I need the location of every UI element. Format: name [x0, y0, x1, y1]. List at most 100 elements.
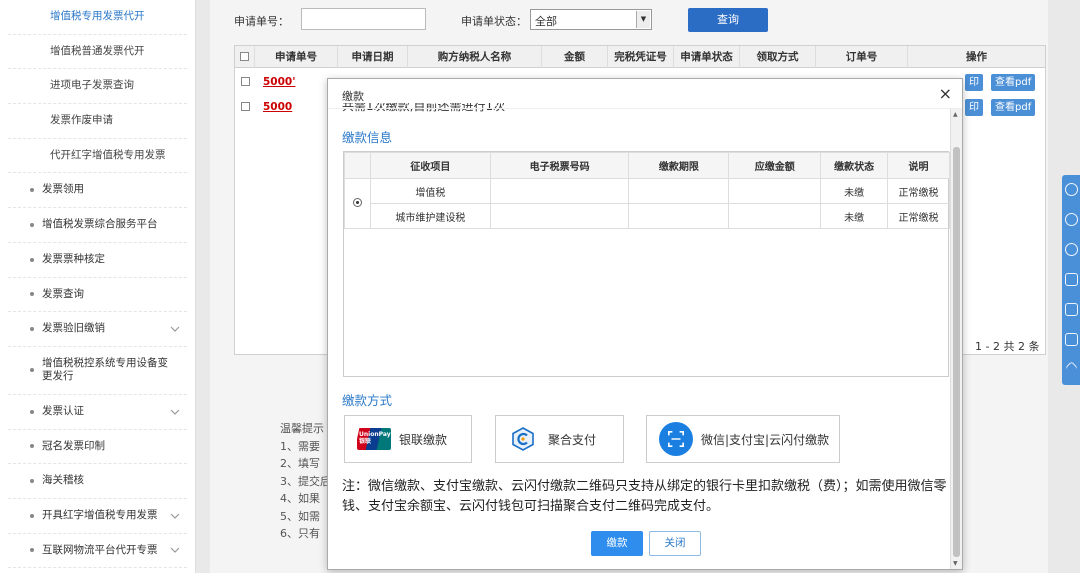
sidebar-item-vat-special-invoice[interactable]: 增值税专用发票代开	[8, 0, 187, 35]
modal-header: 缴款 ×	[328, 79, 962, 109]
tips-line: 2、填写	[280, 457, 320, 470]
bullet-icon	[30, 444, 34, 449]
dropdown-arrow-icon: ▼	[636, 11, 650, 28]
sidebar-item-label: 冠名发票印制	[42, 439, 105, 452]
tax-ticket-cell	[489, 178, 630, 204]
chevron-down-icon	[169, 544, 181, 556]
table-row: 城市维护建设税 未缴 正常缴税	[345, 203, 950, 229]
sidebar-item-input-einvoice-query[interactable]: 进项电子发票查询	[8, 69, 187, 105]
sidebar-item-vat-normal-invoice[interactable]: 增值税普通发票代开	[8, 35, 187, 70]
service-icon[interactable]	[1065, 183, 1078, 196]
view-pdf-button[interactable]: 查看pdf	[991, 99, 1036, 116]
view-pdf-button[interactable]: 查看pdf	[991, 74, 1036, 91]
col-note: 说明	[887, 152, 950, 179]
row-checkbox[interactable]	[241, 102, 250, 111]
chevron-down-icon	[169, 323, 181, 335]
bullet-icon	[30, 368, 34, 373]
table-header: 征收项目 电子税票号码 缴款期限 应缴金额 缴款状态 说明	[344, 152, 950, 179]
scan-qr-icon	[659, 422, 693, 456]
sidebar-item-invoice-certify[interactable]: 发票认证	[8, 395, 187, 430]
payment-table: 征收项目 电子税票号码 缴款期限 应缴金额 缴款状态 说明 增值税 未缴 正常缴…	[343, 151, 950, 377]
row-checkbox[interactable]	[241, 77, 250, 86]
sidebar-item-vat-service-platform[interactable]: 增值税发票综合服务平台	[8, 208, 187, 243]
download-icon[interactable]	[1065, 303, 1078, 316]
status-select-value: 全部	[535, 15, 557, 28]
sidebar-item-invoice-receive[interactable]: 发票领用	[8, 173, 187, 209]
col-tax-ticket-no: 电子税票号码	[489, 152, 630, 179]
apply-no-link[interactable]: 5000	[263, 101, 292, 113]
unionpay-option[interactable]: UnionPay 银联 银联缴款	[344, 415, 472, 463]
scrollbar-thumb[interactable]	[953, 147, 960, 557]
bullet-icon	[30, 409, 34, 414]
sidebar-item-label: 发票作废申请	[50, 114, 113, 127]
sidebar-item-label: 进项电子发票查询	[50, 79, 134, 92]
tips-line: 5、如需	[280, 509, 320, 523]
amount-cell	[728, 178, 822, 204]
chat-icon[interactable]	[1065, 213, 1078, 226]
checkbox[interactable]	[240, 52, 249, 61]
print-button[interactable]: 印	[965, 74, 983, 91]
tips-line: 6、只有	[280, 527, 320, 540]
sidebar-item-tax-device-change[interactable]: 增值税税控系统专用设备变更发行	[8, 347, 187, 395]
sidebar-item-label: 增值税专用发票代开	[50, 10, 145, 23]
col-apply-no: 申请单号	[255, 46, 338, 68]
close-button[interactable]: 关闭	[649, 531, 701, 556]
sidebar-item-named-invoice-print[interactable]: 冠名发票印制	[8, 430, 187, 465]
sidebar-item-label: 发票票种核定	[42, 252, 105, 265]
col-apply-date: 申请日期	[338, 46, 408, 68]
sidebar-item-red-vat-invoice[interactable]: 代开红字增值税专用发票	[8, 139, 187, 174]
item-cell: 增值税	[369, 178, 491, 204]
sidebar-item-label: 代开红字增值税专用发票	[50, 148, 166, 161]
sidebar-item-invoice-type-approval[interactable]: 发票票种核定	[8, 243, 187, 278]
bullet-icon	[30, 513, 34, 518]
apply-no-link[interactable]: 5000'	[263, 76, 295, 88]
note-cell: 正常缴税	[887, 178, 950, 204]
sidebar-item-label: 发票认证	[42, 404, 84, 417]
sidebar-item-label: 增值税税控系统专用设备变更发行	[42, 356, 168, 383]
sidebar-item-label: 开具红字增值税专用发票	[42, 508, 158, 521]
sidebar-item-invoice-void-apply[interactable]: 发票作废申请	[8, 104, 187, 139]
status-select[interactable]: 全部 ▼	[530, 9, 652, 30]
payment-note: 注：微信缴款、支付宝缴款、云闪付缴款二维码只支持从绑定的银行卡里扣款缴税（费）；…	[342, 479, 947, 514]
document-icon[interactable]	[1065, 273, 1078, 286]
header-select-all[interactable]	[235, 46, 255, 68]
sidebar-item-issue-red-vat-invoice[interactable]: 开具红字增值税专用发票	[8, 499, 187, 534]
message-icon[interactable]	[1065, 243, 1078, 256]
apply-no-label: 申请单号：	[234, 15, 289, 28]
col-amount-due: 应缴金额	[728, 152, 822, 179]
radio-selected[interactable]	[353, 199, 361, 206]
item-cell: 城市维护建设税	[369, 203, 491, 229]
edit-icon[interactable]	[1065, 333, 1078, 346]
pay-option-label: 微信|支付宝|云闪付缴款	[701, 432, 830, 447]
close-icon[interactable]: ×	[939, 84, 952, 103]
bullet-icon	[30, 327, 34, 332]
bullet-icon	[30, 188, 34, 193]
sidebar-item-customs-audit[interactable]: 海关稽核	[8, 464, 187, 499]
scroll-up-icon[interactable]: ▲	[953, 111, 958, 118]
pay-button[interactable]: 缴款	[591, 531, 643, 556]
juhe-pay-option[interactable]: 聚合支付	[495, 415, 624, 463]
sidebar-item-label: 增值税普通发票代开	[50, 44, 145, 57]
tips-line: 4、如果	[280, 492, 320, 505]
amount-cell	[728, 203, 822, 229]
unionpay-icon: UnionPay 银联	[357, 428, 391, 450]
table-header: 申请单号 申请日期 购方纳税人名称 金额 完税凭证号 申请单状态 领取方式 订单…	[235, 46, 1045, 68]
sidebar-item-invoice-query[interactable]: 发票查询	[8, 278, 187, 313]
scroll-down-icon[interactable]: ▼	[953, 560, 958, 567]
row-radio-cell[interactable]	[344, 178, 371, 229]
sidebar-item-label: 发票验旧缴销	[42, 322, 105, 335]
col-pay-deadline: 缴款期限	[628, 152, 730, 179]
bullet-icon	[30, 479, 34, 484]
section-title-payment-method: 缴款方式	[342, 393, 393, 408]
sidebar-item-logistics-platform-invoice[interactable]: 互联网物流平台代开专票	[8, 534, 187, 569]
sidebar-item-invoice-cancel[interactable]: 发票验旧缴销	[8, 312, 187, 347]
section-title-payment-info: 缴款信息	[342, 130, 393, 145]
apply-no-input[interactable]	[301, 8, 426, 30]
qr-pay-option[interactable]: 微信|支付宝|云闪付缴款	[646, 415, 840, 463]
back-to-top-icon[interactable]	[1065, 361, 1078, 374]
query-button[interactable]: 查询	[688, 8, 768, 32]
print-button[interactable]: 印	[965, 99, 983, 116]
deadline-cell	[628, 178, 730, 204]
chevron-down-icon	[169, 406, 181, 418]
chevron-down-icon	[169, 510, 181, 522]
